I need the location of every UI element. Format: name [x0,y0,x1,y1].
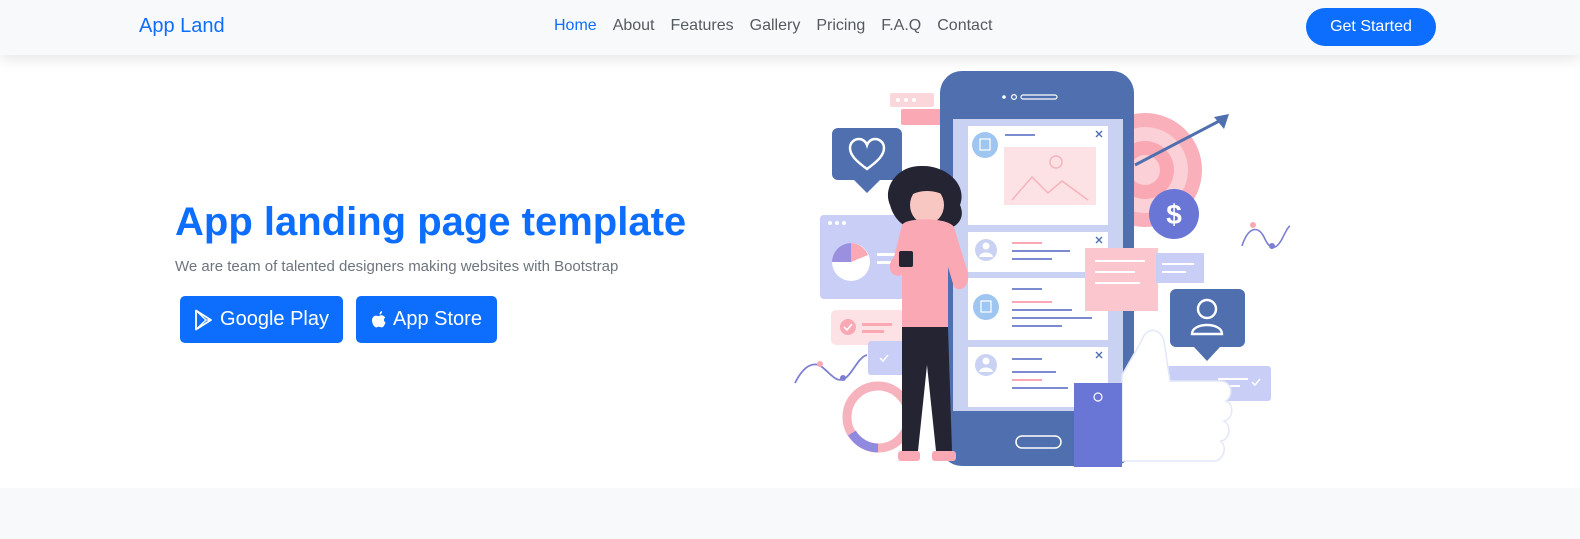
google-play-icon [194,309,214,331]
app-store-label: App Store [393,308,482,330]
app-store-button[interactable]: App Store [356,296,497,343]
nav-link-gallery[interactable]: Gallery [750,17,801,35]
dollar-icon: $ [1149,189,1199,239]
nav-link-pricing[interactable]: Pricing [816,17,865,35]
hero-illustration: $ [790,65,1300,475]
get-started-button[interactable]: Get Started [1306,8,1436,46]
svg-text:$: $ [1166,199,1182,230]
google-play-button[interactable]: Google Play [180,296,343,343]
google-play-label: Google Play [220,308,329,330]
nav-link-about[interactable]: About [613,17,655,35]
apple-icon [371,310,387,330]
nav-link-contact[interactable]: Contact [937,17,992,35]
hero-subtitle: We are team of talented designers making… [175,258,619,275]
next-section-band [0,488,1580,539]
user-icon [1170,289,1245,361]
navbar: App Land Home About Features Gallery Pri… [0,0,1580,55]
brand-logo[interactable]: App Land [139,15,225,38]
hero-title: App landing page template [175,200,687,244]
nav-links: Home About Features Gallery Pricing F.A.… [554,17,1008,35]
nav-link-features[interactable]: Features [671,17,734,35]
pie-chart-card [820,215,905,299]
nav-link-home[interactable]: Home [554,17,597,35]
nav-link-faq[interactable]: F.A.Q [881,17,921,35]
